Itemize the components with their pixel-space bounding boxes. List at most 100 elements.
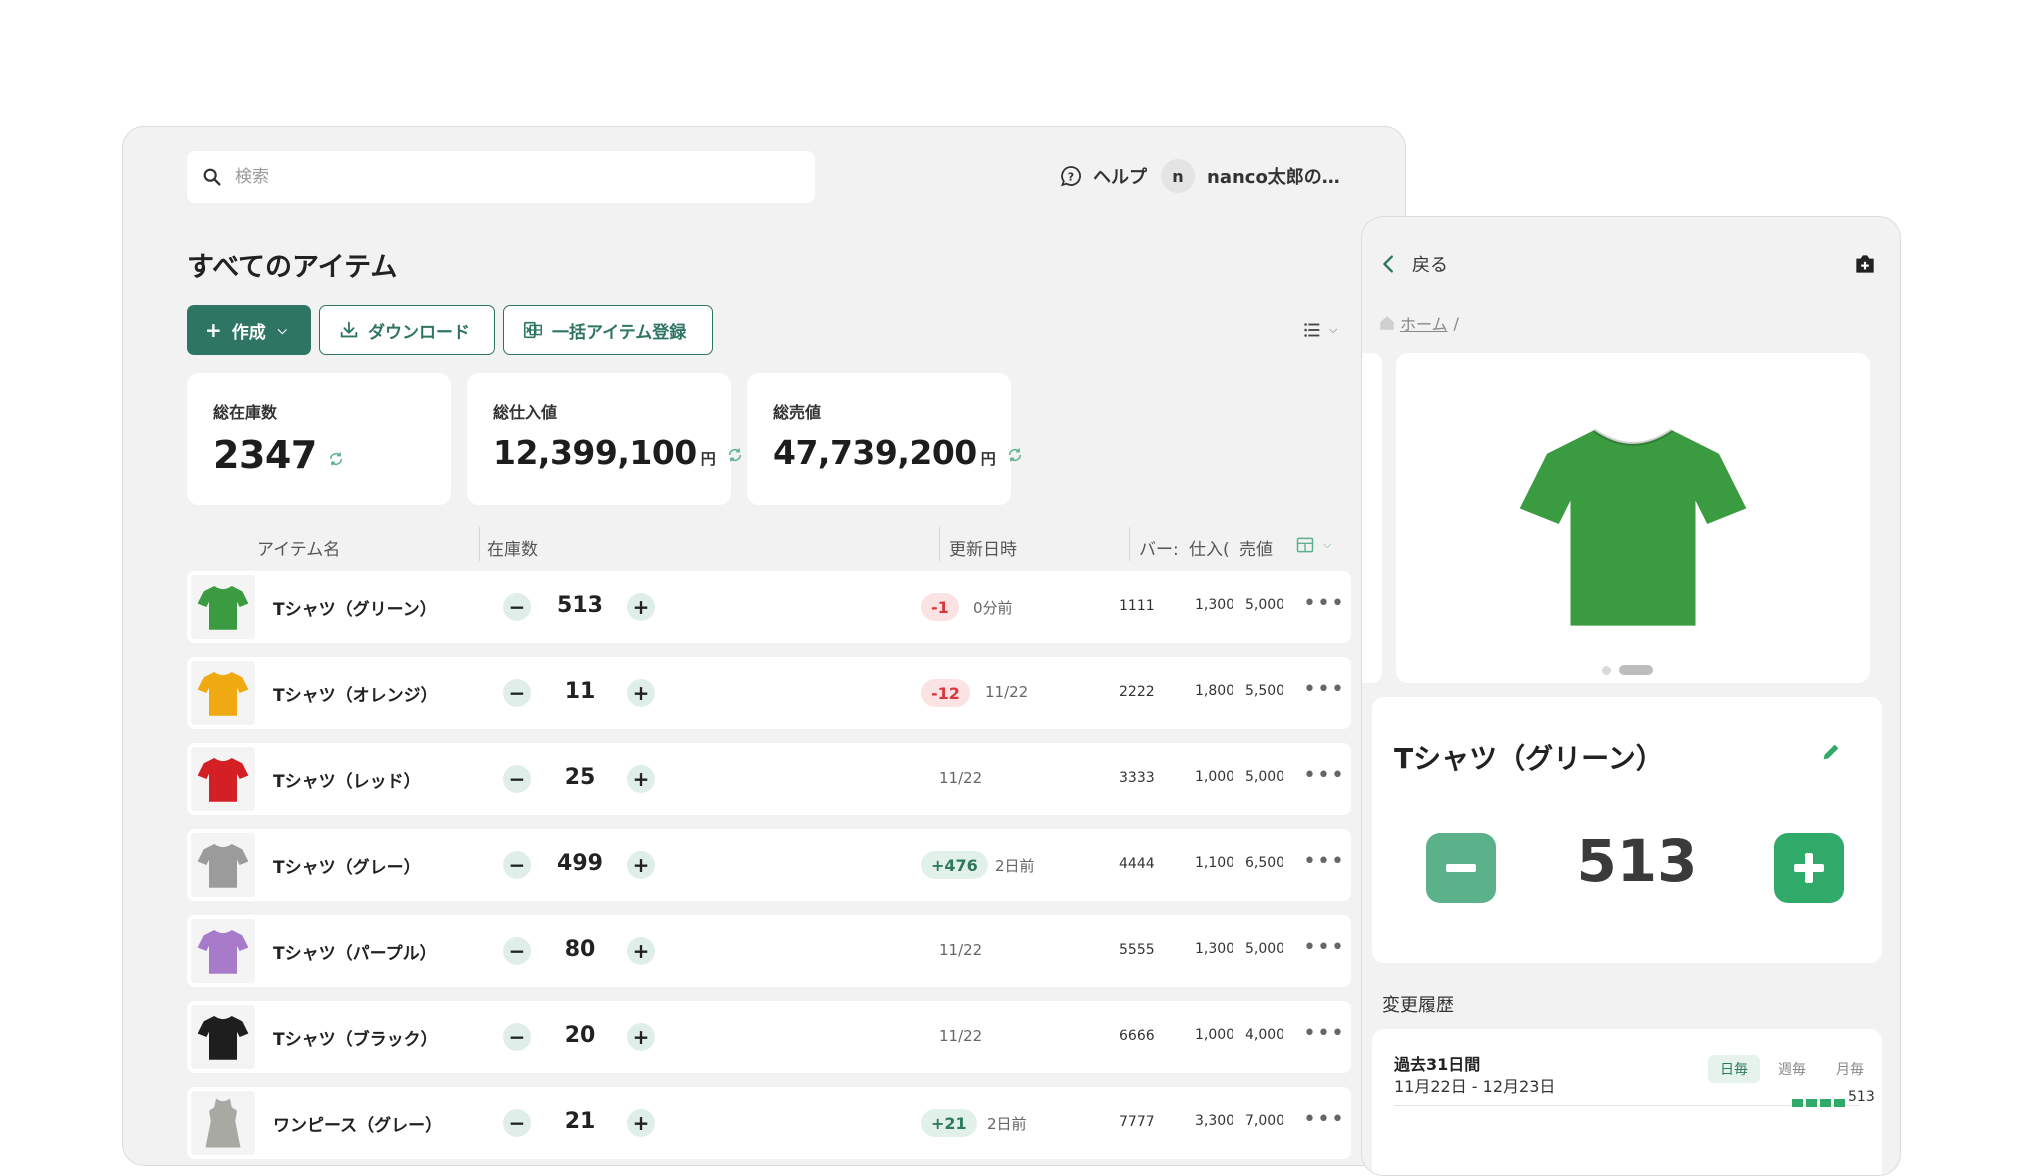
more-options-icon[interactable]: ••• xyxy=(1303,849,1345,874)
table-row[interactable]: Tシャツ（グレー） − 499 + +476 2日前 4444 1,100 6,… xyxy=(187,829,1351,901)
history-chart-bars xyxy=(1792,1099,1848,1107)
column-header-cost[interactable]: 仕入( xyxy=(1189,535,1229,560)
increment-button[interactable]: + xyxy=(627,765,655,793)
more-options-icon[interactable]: ••• xyxy=(1303,763,1345,788)
refresh-icon[interactable] xyxy=(327,450,345,468)
download-button[interactable]: ダウンロード xyxy=(319,305,495,355)
home-icon xyxy=(1380,316,1394,330)
refresh-icon[interactable] xyxy=(726,446,744,464)
more-options-icon[interactable]: ••• xyxy=(1303,1021,1345,1046)
period-range: 11月22日 - 12月23日 xyxy=(1394,1077,1556,1096)
table-row[interactable]: ワンピース（グレー） − 21 + +21 2日前 7777 3,300 7,0… xyxy=(187,1087,1351,1159)
decrement-button[interactable]: − xyxy=(503,1023,531,1051)
tshirt-image xyxy=(197,844,249,888)
previous-image-card[interactable] xyxy=(1362,353,1382,683)
column-divider xyxy=(479,527,480,561)
more-options-icon[interactable]: ••• xyxy=(1303,935,1345,960)
item-name[interactable]: Tシャツ（グリーン） xyxy=(273,595,437,620)
carousel-dot-active[interactable] xyxy=(1619,665,1653,675)
increment-button[interactable]: + xyxy=(627,593,655,621)
more-options-icon[interactable]: ••• xyxy=(1303,677,1345,702)
item-image-carousel[interactable] xyxy=(1396,353,1870,683)
user-menu[interactable]: n nanco太郎の… xyxy=(1161,159,1340,193)
price-value: 5,000 xyxy=(1245,941,1283,957)
table-row[interactable]: Tシャツ（ブラック） − 20 + 11/22 6666 1,000 4,000… xyxy=(187,1001,1351,1073)
increment-button[interactable]: + xyxy=(627,1109,655,1137)
decrement-button[interactable]: − xyxy=(503,1109,531,1137)
stat-value: 47,739,200 xyxy=(773,433,977,472)
more-options-icon[interactable]: ••• xyxy=(1303,1107,1345,1132)
increment-button[interactable]: + xyxy=(627,679,655,707)
tshirt-image xyxy=(197,930,249,974)
view-mode-toggle[interactable]: ⌵ xyxy=(1301,319,1337,341)
big-increment-button[interactable] xyxy=(1774,833,1844,903)
item-name[interactable]: Tシャツ（グレー） xyxy=(273,853,421,878)
column-header-stock[interactable]: 在庫数 xyxy=(487,535,538,560)
page-title: すべてのアイテム xyxy=(187,252,398,283)
segment-monthly[interactable]: 月毎 xyxy=(1824,1055,1876,1083)
history-card: 過去31日間 11月22日 - 12月23日 日毎 週毎 月毎 513 xyxy=(1372,1029,1882,1175)
updated-time: 11/22 xyxy=(939,1027,983,1045)
stock-quantity: 25 xyxy=(564,765,596,790)
decrement-button[interactable]: − xyxy=(503,679,531,707)
more-options-icon[interactable]: ••• xyxy=(1303,591,1345,616)
column-divider xyxy=(939,527,940,561)
decrement-button[interactable]: − xyxy=(503,937,531,965)
increment-button[interactable]: + xyxy=(627,851,655,879)
increment-button[interactable]: + xyxy=(627,1023,655,1051)
decrement-button[interactable]: − xyxy=(503,851,531,879)
column-header-price[interactable]: 売値 xyxy=(1239,535,1273,560)
stat-card-total-cost: 総仕入値 12,399,100 円 xyxy=(467,373,741,505)
table-columns-icon xyxy=(1296,537,1314,553)
stat-value: 2347 xyxy=(213,433,317,477)
segment-daily[interactable]: 日毎 xyxy=(1708,1055,1760,1083)
item-name[interactable]: Tシャツ（オレンジ） xyxy=(273,681,438,706)
item-name[interactable]: Tシャツ（ブラック） xyxy=(273,1025,438,1050)
column-header-barcode[interactable]: バー: xyxy=(1139,535,1179,560)
period-title: 過去31日間 xyxy=(1394,1055,1481,1074)
bulk-register-button[interactable]: 一括アイテム登録 xyxy=(503,305,713,355)
table-row[interactable]: Tシャツ（パープル） − 80 + 11/22 5555 1,300 5,000… xyxy=(187,915,1351,987)
dress-image xyxy=(205,1098,241,1148)
stat-card-total-price: 総売値 47,739,200 円 xyxy=(747,373,1021,505)
stock-change-badge: -1 xyxy=(921,593,959,621)
stat-value: 12,399,100 xyxy=(493,433,697,472)
segment-weekly[interactable]: 週毎 xyxy=(1766,1055,1818,1083)
download-label: ダウンロード xyxy=(368,322,470,343)
column-header-updated[interactable]: 更新日時 xyxy=(949,535,1017,560)
item-name[interactable]: Tシャツ（パープル） xyxy=(273,939,437,964)
item-thumbnail xyxy=(191,661,255,725)
carousel-dot[interactable] xyxy=(1602,665,1611,675)
tshirt-image xyxy=(197,586,249,630)
decrement-button[interactable]: − xyxy=(503,593,531,621)
search-input[interactable] xyxy=(233,166,793,188)
item-name[interactable]: Tシャツ（レッド） xyxy=(273,767,421,792)
table-row[interactable]: Tシャツ（グリーン） − 513 + -1 0分前 1111 1,300 5,0… xyxy=(187,571,1351,643)
column-settings-button[interactable]: ⌵ xyxy=(1295,535,1331,555)
increment-button[interactable]: + xyxy=(627,937,655,965)
table-row[interactable]: Tシャツ（レッド） − 25 + 11/22 3333 1,000 5,000 … xyxy=(187,743,1351,815)
svg-text:?: ? xyxy=(1068,171,1074,184)
stock-quantity: 499 xyxy=(557,851,603,876)
breadcrumb-home-link[interactable]: ホーム xyxy=(1400,311,1448,335)
search-box[interactable] xyxy=(187,151,815,203)
decrement-button[interactable]: − xyxy=(503,765,531,793)
refresh-icon[interactable] xyxy=(1006,446,1024,464)
create-button[interactable]: + 作成 ⌵ xyxy=(187,305,311,355)
item-name[interactable]: ワンピース（グレー） xyxy=(273,1111,442,1136)
edit-button[interactable] xyxy=(1820,741,1842,767)
item-info-card: Tシャツ（グリーン） 513 xyxy=(1372,697,1882,963)
back-button[interactable]: 戻る xyxy=(1378,251,1448,277)
big-decrement-button[interactable] xyxy=(1426,833,1496,903)
carousel-dots xyxy=(1602,665,1661,675)
cost-value: 1,000 xyxy=(1195,769,1233,785)
pencil-icon xyxy=(1823,744,1839,760)
user-name: nanco太郎の… xyxy=(1207,167,1340,188)
table-row[interactable]: Tシャツ（オレンジ） − 11 + -12 11/22 2222 1,800 5… xyxy=(187,657,1351,729)
column-header-name[interactable]: アイテム名 xyxy=(257,535,340,560)
cost-value: 1,300 xyxy=(1195,597,1233,613)
item-thumbnail xyxy=(191,1091,255,1155)
item-thumbnail xyxy=(191,747,255,811)
camera-button[interactable] xyxy=(1852,251,1878,281)
help-link[interactable]: ? ヘルプ xyxy=(1059,163,1147,189)
